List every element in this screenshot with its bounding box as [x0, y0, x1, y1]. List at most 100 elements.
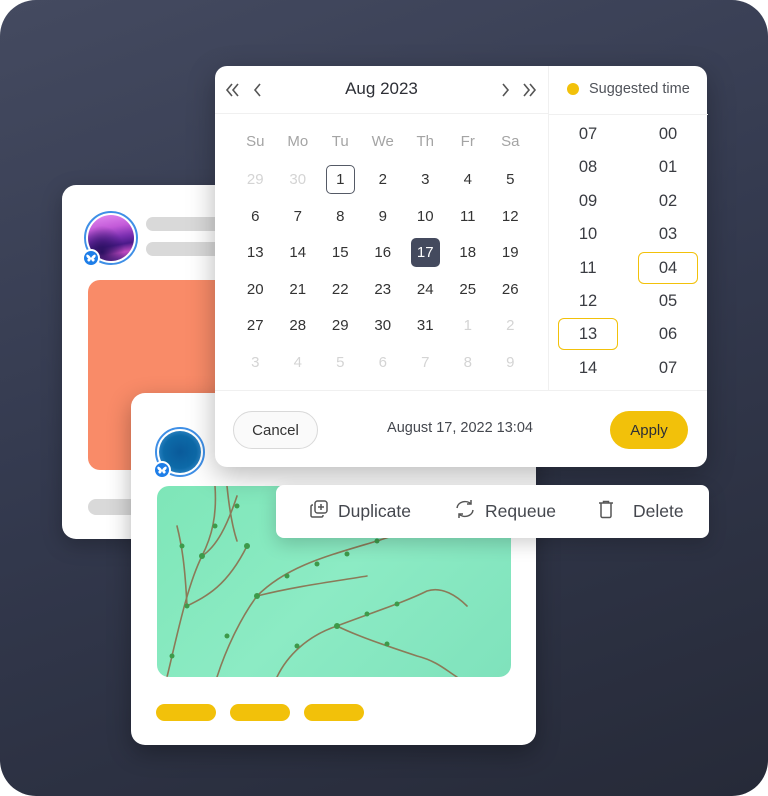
cancel-button[interactable]: Cancel [233, 411, 318, 449]
minute-value: 00 [658, 125, 678, 143]
requeue-button[interactable]: Requeue [454, 485, 556, 538]
day-number: 26 [501, 280, 519, 298]
hour-option[interactable]: 14 [557, 352, 619, 385]
requeue-icon [454, 499, 485, 524]
day-number: 21 [289, 280, 307, 298]
calendar-week: 3 4 5 6 7 8 9 [234, 348, 532, 376]
calendar-day[interactable]: 31 [404, 311, 447, 339]
day-number: 30 [374, 317, 392, 335]
day-number: 22 [331, 280, 349, 298]
calendar-day[interactable]: 29 [234, 165, 277, 193]
calendar-day[interactable]: 7 [404, 348, 447, 376]
hour-value: 09 [578, 191, 598, 210]
minute-option[interactable]: 06 [637, 318, 699, 351]
calendar-day[interactable]: 28 [277, 311, 320, 339]
calendar-day[interactable]: 5 [319, 348, 362, 376]
calendar-day[interactable]: 18 [447, 238, 490, 266]
apply-button[interactable]: Apply [610, 411, 688, 449]
calendar-day[interactable]: 15 [319, 238, 362, 266]
calendar-day[interactable]: 23 [362, 275, 405, 303]
day-number: 25 [459, 280, 477, 298]
calendar-day[interactable]: 3 [234, 348, 277, 376]
minute-option[interactable]: 07 [637, 352, 699, 385]
calendar-day[interactable]: 14 [277, 238, 320, 266]
calendar-day[interactable]: 4 [447, 165, 490, 193]
day-number: 5 [506, 171, 515, 188]
calendar-day[interactable]: 10 [404, 202, 447, 230]
day-number: 17 [410, 238, 440, 268]
day-number: 10 [416, 207, 434, 225]
day-number: 4 [463, 171, 472, 188]
suggested-time-label: Suggested time [589, 81, 690, 97]
hour-option[interactable]: 08 [557, 151, 619, 184]
calendar-day[interactable]: 24 [404, 275, 447, 303]
hour-option[interactable]: 10 [557, 218, 619, 251]
day-number: 7 [293, 207, 302, 225]
calendar-day[interactable]: 6 [234, 202, 277, 230]
calendar-day[interactable]: 12 [489, 202, 532, 230]
calendar-header: Aug 2023 [215, 66, 548, 114]
calendar-day-today[interactable]: 1 [319, 165, 362, 194]
hour-option[interactable]: 09 [557, 185, 619, 218]
tag-pill [156, 704, 216, 721]
calendar-day[interactable]: 9 [489, 348, 532, 376]
calendar-day[interactable]: 13 [234, 238, 277, 266]
calendar-day[interactable]: 21 [277, 275, 320, 303]
minute-value: 02 [658, 191, 678, 210]
calendar-day[interactable]: 8 [447, 348, 490, 376]
day-number: 24 [416, 280, 434, 298]
calendar-day[interactable]: 7 [277, 202, 320, 230]
day-number: 8 [463, 354, 472, 371]
weekday-label: Tu [331, 133, 349, 150]
double-chevron-right-icon[interactable] [517, 76, 541, 104]
time-picker: Suggested time 07 08 09 10 11 12 13 14 00 01 02 03… [548, 66, 708, 390]
calendar-day[interactable]: 2 [489, 311, 532, 339]
calendar-day[interactable]: 8 [319, 202, 362, 230]
day-number: 20 [246, 280, 264, 298]
hour-option-selected[interactable]: 13 [557, 318, 619, 351]
delete-button[interactable]: Delete [596, 485, 684, 538]
calendar-day[interactable]: 4 [277, 348, 320, 376]
calendar-day[interactable]: 3 [404, 165, 447, 193]
calendar-day[interactable]: 30 [277, 165, 320, 193]
tag-pill [304, 704, 364, 721]
calendar-day[interactable]: 2 [362, 165, 405, 193]
minute-column[interactable]: 00 01 02 03 04 05 06 07 [637, 118, 699, 385]
minute-option[interactable]: 03 [637, 218, 699, 251]
calendar-day[interactable]: 1 [447, 311, 490, 339]
hour-option[interactable]: 07 [557, 118, 619, 151]
chevron-right-icon[interactable] [493, 76, 517, 104]
calendar-day[interactable]: 26 [489, 275, 532, 303]
hour-option[interactable]: 11 [557, 252, 619, 285]
minute-option[interactable]: 01 [637, 151, 699, 184]
calendar-day[interactable]: 25 [447, 275, 490, 303]
minute-value: 05 [658, 291, 678, 310]
day-number: 9 [506, 354, 515, 371]
minute-option[interactable]: 02 [637, 185, 699, 218]
minute-value: 07 [658, 358, 678, 377]
day-number: 4 [293, 354, 302, 371]
calendar-day[interactable]: 29 [319, 311, 362, 339]
minute-option[interactable]: 00 [637, 118, 699, 151]
calendar-day[interactable]: 27 [234, 311, 277, 339]
minute-value: 06 [658, 325, 678, 344]
calendar-day[interactable]: 30 [362, 311, 405, 339]
hour-option[interactable]: 12 [557, 285, 619, 318]
hour-column[interactable]: 07 08 09 10 11 12 13 14 [557, 118, 619, 385]
calendar-day[interactable]: 19 [489, 238, 532, 266]
duplicate-button[interactable]: Duplicate [309, 485, 411, 538]
calendar-day[interactable]: 20 [234, 275, 277, 303]
day-number: 23 [374, 280, 392, 298]
calendar-day[interactable]: 22 [319, 275, 362, 303]
duplicate-icon [309, 499, 338, 524]
calendar-day[interactable]: 16 [362, 238, 405, 266]
minute-option-selected[interactable]: 04 [637, 251, 699, 285]
post-action-bar: Duplicate Requeue Delete [276, 485, 709, 538]
calendar-day[interactable]: 9 [362, 202, 405, 230]
calendar-day[interactable]: 6 [362, 348, 405, 376]
calendar-day[interactable]: 5 [489, 165, 532, 193]
calendar-day[interactable]: 11 [447, 202, 490, 230]
day-number: 31 [416, 317, 434, 335]
calendar-day-selected[interactable]: 17 [404, 238, 447, 268]
minute-option[interactable]: 05 [637, 285, 699, 318]
